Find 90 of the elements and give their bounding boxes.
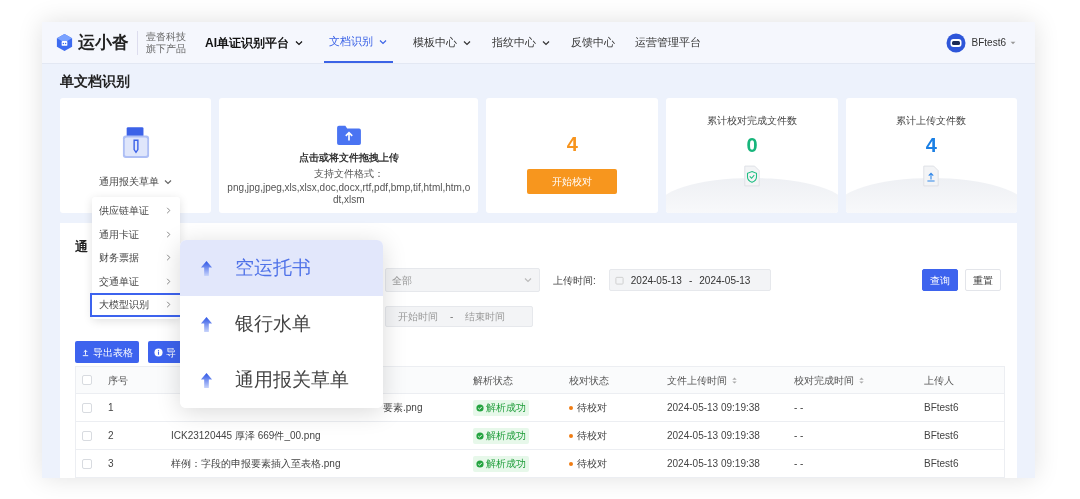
table-cell: 要素.png — [383, 402, 423, 413]
menu-item[interactable]: 银行水单 — [180, 296, 383, 352]
pending-count: 4 — [566, 132, 578, 156]
export-button[interactable]: 导出表格 — [75, 341, 139, 363]
page-title: 单文档识别 — [60, 71, 131, 91]
logo-tagline: 旗下产品 — [146, 42, 186, 55]
table-cell: 1 — [108, 402, 114, 413]
stat-label: 累计上传文件数 — [896, 114, 967, 128]
column-header: 校对完成时间 — [794, 373, 854, 388]
logo-tagline: 壹沓科技 — [146, 30, 186, 43]
check-circle-icon — [476, 459, 484, 468]
section-title: 通 — [75, 238, 89, 256]
table-cell: 2024-05-13 09:19:38 — [667, 430, 760, 441]
reset-button[interactable]: 重置 — [965, 269, 1001, 291]
stat-label: 累计校对完成文件数 — [707, 114, 798, 128]
nav-tab[interactable]: 文档识别 — [324, 22, 393, 63]
table-cell: 2 — [108, 430, 114, 441]
stat-value: 4 — [925, 133, 937, 157]
table-cell-text: 待校对 — [577, 429, 607, 443]
table-cell: BFtest6 — [924, 430, 959, 441]
search-button[interactable]: 查询 — [922, 269, 958, 291]
folder-upload-icon — [335, 124, 362, 146]
chevron-right-icon — [164, 206, 173, 216]
date-range-field[interactable]: 开始时间 - 结束时间 — [385, 306, 533, 327]
file-shield-icon — [743, 165, 762, 187]
nav-tab[interactable]: 指纹中心 — [492, 22, 551, 63]
menu-item[interactable]: 财务票据 — [92, 246, 180, 270]
logo-text: 运小沓 — [78, 31, 129, 54]
checkbox[interactable] — [82, 402, 92, 413]
nav-tab[interactable]: 模板中心 — [413, 22, 472, 63]
menu-item[interactable]: 交通单证 — [92, 269, 180, 293]
table-cell-text: 待校对 — [577, 401, 607, 415]
status-tag: 解析成功 — [473, 427, 529, 444]
check-circle-icon — [476, 431, 484, 440]
arrow-up-icon — [200, 315, 213, 333]
table-cell: - - — [794, 430, 804, 441]
menu-item[interactable]: 供应链单证 — [92, 199, 180, 223]
document-stack-icon — [121, 126, 150, 160]
caret-icon — [523, 275, 533, 285]
arrow-up-icon — [200, 371, 213, 389]
sort-icon[interactable] — [731, 375, 738, 385]
avatar — [945, 32, 966, 53]
column-header: 序号 — [108, 373, 128, 388]
upload-area[interactable]: 点击或将文件拖拽上传 支持文件格式： png,jpg,jpeg,xls,xlsx,doc,docx,rtf,pdf,bmp,tif,html,htm,odt,xlsm — [219, 98, 479, 213]
date-range-field[interactable]: 2024-05-13 - 2024-05-13 — [608, 269, 771, 291]
table-cell: 样例：字段的申报要素插入至表格.png — [171, 458, 341, 469]
upload-title: 点击或将文件拖拽上传 — [298, 151, 399, 165]
chevron-right-icon — [164, 276, 173, 286]
table-cell: - - — [794, 458, 804, 469]
table-cell-text: 待校对 — [577, 457, 607, 471]
table-cell: 2024-05-13 09:19:38 — [667, 458, 760, 469]
sort-icon[interactable] — [858, 375, 865, 385]
status-tag: 解析成功 — [473, 399, 529, 416]
menu-item[interactable]: 通用卡证 — [92, 222, 180, 246]
formats-text: png,jpg,jpeg,xls,xlsx,doc,docx,rtf,pdf,bmp,tif,html,htm,odt,xlsm — [226, 182, 472, 206]
menu-item[interactable]: 通用报关草单 — [180, 352, 383, 408]
chevron-right-icon — [164, 253, 173, 263]
checkbox[interactable] — [82, 375, 92, 385]
column-header: 解析状态 — [473, 373, 513, 388]
stat-value: 0 — [746, 133, 758, 157]
table-cell: 3 — [108, 458, 114, 469]
table-cell: BFtest6 — [924, 402, 959, 413]
table-cell: ICK23120445 厚泽 669件_00.png — [171, 430, 321, 441]
check-circle-icon — [476, 403, 484, 412]
calendar-icon — [614, 275, 624, 285]
checkbox[interactable] — [82, 430, 92, 441]
file-upload-icon — [922, 165, 941, 187]
menu-item[interactable]: 空运托书 — [180, 240, 383, 296]
nav-tab[interactable]: AI单证识别平台 — [205, 22, 304, 63]
logo-icon — [55, 33, 74, 52]
chevron-right-icon — [164, 300, 173, 310]
export-button[interactable]: 导 — [148, 341, 182, 363]
column-header: 校对状态 — [569, 373, 609, 388]
table-cell: 2024-05-13 09:19:38 — [667, 402, 760, 413]
nav-tab[interactable]: 运营管理平台 — [635, 22, 701, 63]
checkbox[interactable] — [82, 458, 92, 469]
table-cell: BFtest6 — [924, 458, 959, 469]
chevron-right-icon — [164, 229, 173, 239]
info-icon — [154, 347, 163, 357]
column-header: 文件上传时间 — [667, 373, 727, 388]
nav-tab[interactable]: 反馈中心 — [571, 22, 615, 63]
formats-label: 支持文件格式： — [313, 167, 384, 181]
user-name[interactable]: BFtest6 — [971, 35, 1006, 50]
status-tag: 解析成功 — [473, 455, 529, 472]
column-header: 上传人 — [924, 373, 954, 388]
table-cell: - - — [794, 402, 804, 413]
upload-time-label: 上传时间: — [553, 273, 596, 288]
upload-icon — [81, 347, 90, 357]
arrow-up-icon — [200, 259, 213, 277]
doc-type-select[interactable]: 通用报关草单 — [98, 174, 173, 189]
